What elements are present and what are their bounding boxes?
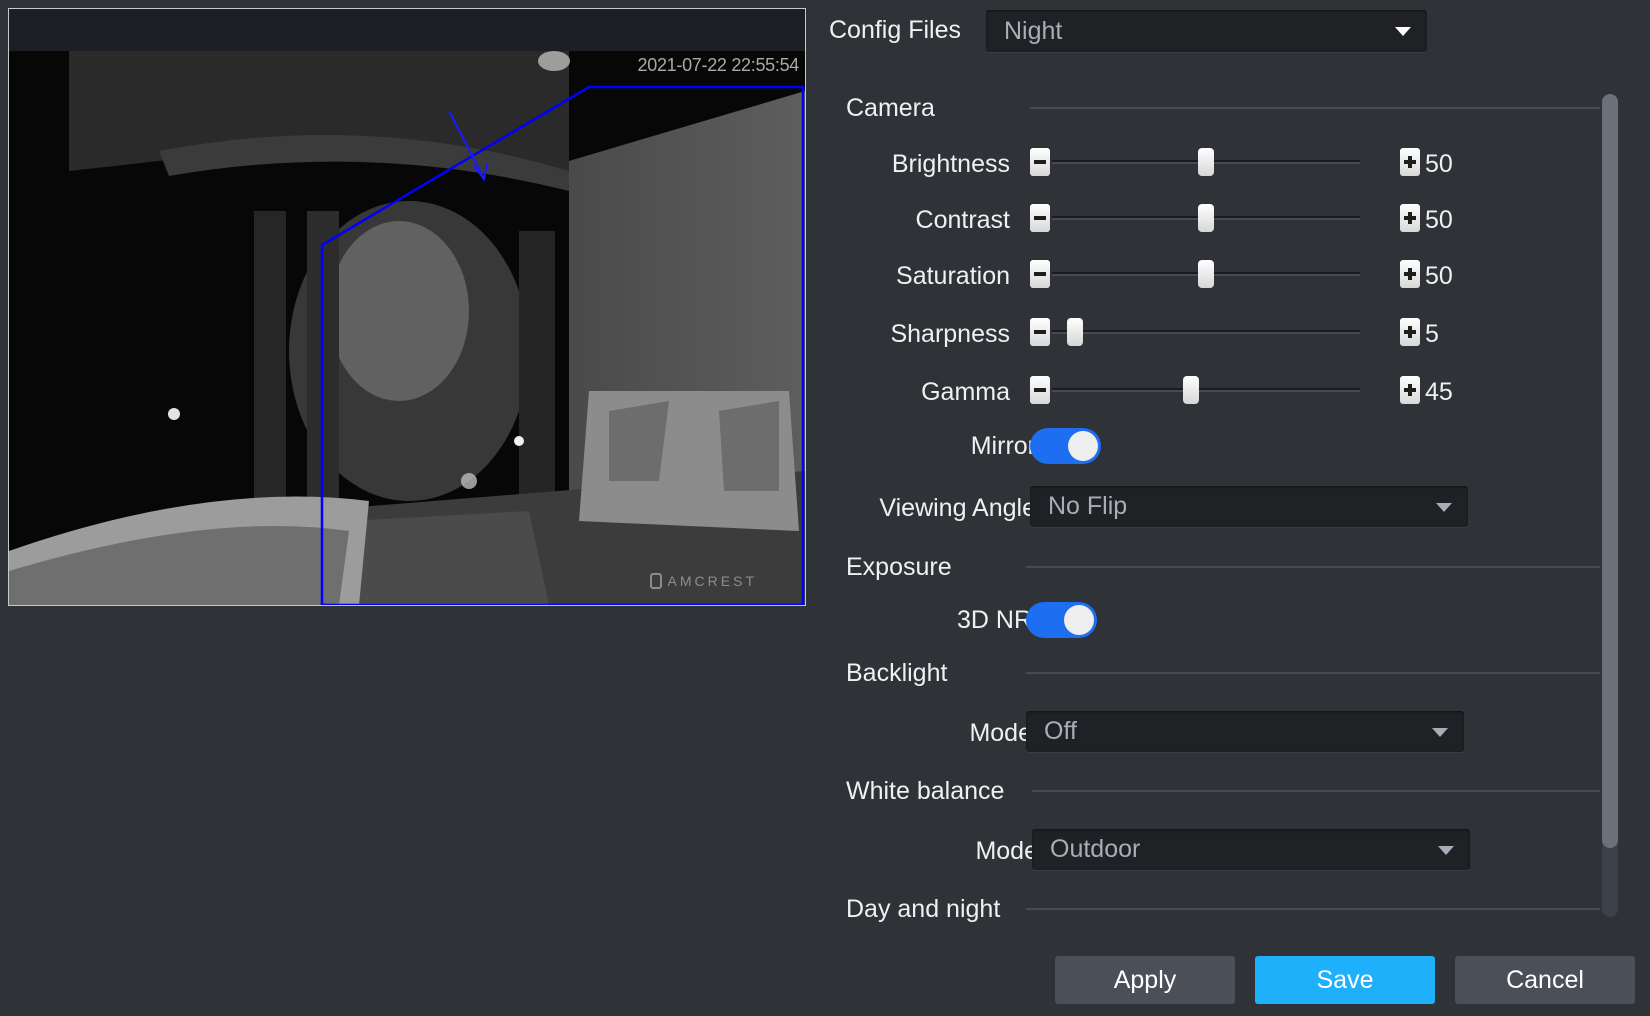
3d-nr-label: 3D NR [956,606,1032,634]
chevron-down-icon [1436,502,1452,512]
night-scene [9,51,805,605]
cancel-button[interactable]: Cancel [1455,956,1635,1004]
preview-header [9,9,805,51]
chevron-down-icon [1432,727,1448,737]
saturation-decrease-button[interactable] [1030,260,1050,288]
amcrest-logo-icon [649,573,662,589]
scrollbar-thumb[interactable] [1602,94,1618,848]
saturation-value: 50 [1425,262,1453,290]
sharpness-increase-button[interactable] [1400,318,1420,346]
sharpness-label: Sharpness [890,320,1010,348]
section-divider [1026,908,1600,910]
live-preview: 2021-07-22 22:55:54 AMCREST [8,8,806,606]
toggle-knob [1064,605,1094,635]
brightness-increase-button[interactable] [1400,148,1420,176]
saturation-slider-thumb[interactable] [1198,260,1214,288]
toggle-knob [1068,431,1098,461]
section-white-balance-title: White balance [846,777,1005,805]
section-divider [1026,672,1600,674]
contrast-increase-button[interactable] [1400,204,1420,232]
save-button[interactable]: Save [1255,956,1435,1004]
sharpness-slider-thumb[interactable] [1066,318,1083,346]
contrast-decrease-button[interactable] [1030,204,1050,232]
section-exposure-title: Exposure [846,553,952,581]
gamma-label: Gamma [921,378,1010,406]
section-backlight-title: Backlight [846,659,948,687]
white-balance-mode-label: Mode [975,837,1038,865]
gamma-slider-track[interactable] [1052,388,1360,392]
settings-scrollbar[interactable] [1602,94,1618,917]
backlight-mode-dropdown[interactable]: Off [1026,711,1464,752]
section-day-night-title: Day and night [846,895,1001,922]
contrast-slider-thumb[interactable] [1198,204,1214,232]
saturation-label: Saturation [896,262,1010,290]
backlight-mode-value: Off [1044,717,1077,745]
white-balance-mode-value: Outdoor [1050,835,1141,863]
section-camera-title: Camera [846,94,935,122]
contrast-label: Contrast [915,206,1010,234]
section-divider [1032,790,1600,792]
brightness-value: 50 [1425,150,1453,178]
viewing-angle-dropdown[interactable]: No Flip [1030,486,1468,527]
brightness-decrease-button[interactable] [1030,148,1050,176]
apply-button[interactable]: Apply [1055,956,1235,1004]
backlight-mode-label: Mode [969,719,1032,747]
section-divider [1026,566,1600,568]
viewing-angle-label: Viewing Angle [879,494,1036,522]
mirror-toggle[interactable] [1030,428,1101,464]
white-balance-mode-dropdown[interactable]: Outdoor [1032,829,1470,870]
saturation-increase-button[interactable] [1400,260,1420,288]
brightness-label: Brightness [891,150,1010,178]
osd-timestamp: 2021-07-22 22:55:54 [637,55,800,75]
chevron-down-icon [1438,845,1454,855]
sharpness-decrease-button[interactable] [1030,318,1050,346]
gamma-slider-thumb[interactable] [1183,376,1200,404]
viewing-angle-value: No Flip [1048,492,1128,520]
contrast-value: 50 [1425,206,1453,234]
mirror-label: Mirror [970,432,1036,460]
sharpness-slider-track[interactable] [1052,330,1360,334]
settings-scroll-area[interactable]: Camera Brightness 50 Contrast 50 Saturation 5… [830,0,1600,922]
sharpness-value: 5 [1425,320,1439,348]
section-divider [1030,107,1600,109]
3d-nr-toggle[interactable] [1026,602,1097,638]
gamma-decrease-button[interactable] [1030,376,1050,404]
brightness-slider-thumb[interactable] [1198,148,1214,176]
gamma-value: 45 [1425,378,1453,406]
camera-video[interactable]: 2021-07-22 22:55:54 AMCREST [9,51,805,605]
gamma-increase-button[interactable] [1400,376,1420,404]
osd-watermark: AMCREST [649,573,757,589]
